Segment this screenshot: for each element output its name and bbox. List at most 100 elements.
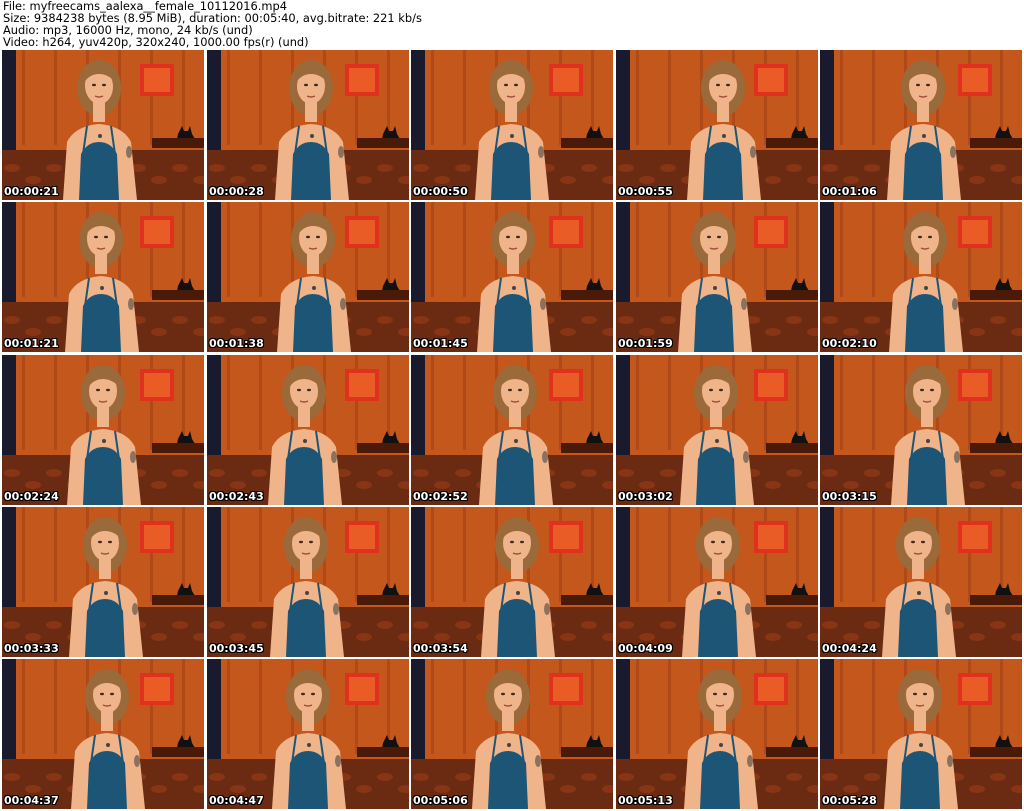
arm-tattoo — [954, 451, 960, 463]
eye-left — [918, 235, 922, 239]
bed-pattern — [990, 621, 1006, 629]
thumbnail-scene — [207, 202, 409, 352]
bed-pattern — [251, 316, 267, 324]
thumbnail-timestamp: 00:03:45 — [209, 642, 264, 655]
neck — [502, 711, 514, 731]
bed-pattern — [4, 164, 20, 172]
bed-pattern — [4, 773, 20, 781]
thumbnail-timestamp: 00:05:13 — [618, 794, 673, 807]
bed-pattern — [230, 328, 246, 336]
eye-right — [514, 83, 518, 87]
neck — [509, 407, 521, 427]
eye-left — [711, 540, 715, 544]
bed-pattern — [560, 481, 576, 489]
bed-pattern — [413, 164, 429, 172]
thumbnail-timestamp: 00:00:50 — [413, 185, 468, 198]
bed-pattern — [969, 785, 985, 793]
bed-pattern — [413, 773, 429, 781]
video-thumbnail: 00:03:15 — [820, 355, 1022, 505]
necklace-pendant — [305, 591, 309, 595]
bed-pattern — [581, 621, 597, 629]
shelf — [970, 595, 1022, 605]
wall-groove — [668, 355, 671, 450]
thumbnail-scene — [207, 50, 409, 200]
eye-right — [928, 235, 932, 239]
eye-right — [106, 388, 110, 392]
tank-top — [698, 599, 738, 657]
curtain — [616, 50, 630, 160]
arm-tattoo — [950, 146, 956, 158]
curtain — [411, 355, 425, 465]
bed-pattern — [822, 621, 838, 629]
bed-pattern — [618, 469, 634, 477]
bed-pattern — [581, 164, 597, 172]
curtain — [2, 507, 16, 617]
bed-pattern — [151, 176, 167, 184]
bed-pattern — [209, 469, 225, 477]
bed-pattern — [455, 469, 471, 477]
wall-groove — [22, 202, 25, 297]
shelf — [152, 595, 204, 605]
arm-tattoo — [540, 298, 546, 310]
wall-groove — [840, 50, 843, 145]
bed-pattern — [434, 785, 450, 793]
video-thumbnail: 00:01:59 — [616, 202, 818, 352]
video-thumbnail: 00:02:10 — [820, 202, 1022, 352]
arm-tattoo — [340, 298, 346, 310]
bed-pattern — [151, 481, 167, 489]
neck — [912, 559, 924, 579]
tank-top — [493, 294, 533, 352]
bed-pattern — [209, 164, 225, 172]
arm-tattoo — [331, 451, 337, 463]
curtain — [411, 507, 425, 617]
wall-groove — [840, 507, 843, 602]
bed-pattern — [356, 481, 372, 489]
neck — [101, 711, 113, 731]
bed-pattern — [434, 481, 450, 489]
curtain — [411, 50, 425, 160]
bed-pattern — [618, 164, 634, 172]
tank-top — [900, 751, 940, 809]
eye-right — [923, 692, 927, 696]
bed-pattern — [765, 481, 781, 489]
bed-pattern — [618, 316, 634, 324]
wall-picture-detail — [144, 677, 170, 701]
bed-pattern — [660, 773, 676, 781]
bed-pattern — [4, 316, 20, 324]
wall-picture-detail — [349, 525, 375, 549]
necklace-pendant — [722, 134, 726, 138]
curtain — [2, 202, 16, 312]
video-thumbnail: 00:04:47 — [207, 659, 409, 809]
wall-groove — [22, 659, 25, 754]
shelf — [357, 290, 409, 300]
video-thumbnail: 00:03:02 — [616, 355, 818, 505]
tank-top — [898, 599, 938, 657]
bed-pattern — [822, 316, 838, 324]
tank-top — [905, 294, 945, 352]
thumbnail-scene — [411, 355, 613, 505]
bed-pattern — [413, 621, 429, 629]
eye-left — [92, 83, 96, 87]
shelf — [561, 138, 613, 148]
neck — [302, 711, 314, 731]
arm-tattoo — [952, 298, 958, 310]
necklace-pendant — [919, 743, 923, 747]
eye-right — [926, 83, 930, 87]
wall-groove — [463, 50, 466, 145]
eye-right — [921, 540, 925, 544]
neck — [305, 102, 317, 122]
arm-tattoo — [132, 603, 138, 615]
bed-pattern — [25, 176, 41, 184]
curtain — [820, 355, 834, 465]
tank-top — [491, 142, 531, 200]
wall-groove — [636, 659, 639, 754]
tank-top — [293, 294, 333, 352]
wall-groove — [227, 355, 230, 450]
thumbnail-timestamp: 00:01:06 — [822, 185, 877, 198]
neck — [710, 407, 722, 427]
eye-right — [719, 388, 723, 392]
bed-pattern — [25, 785, 41, 793]
bed-pattern — [46, 316, 62, 324]
shelf — [152, 290, 204, 300]
bed-pattern — [25, 633, 41, 641]
